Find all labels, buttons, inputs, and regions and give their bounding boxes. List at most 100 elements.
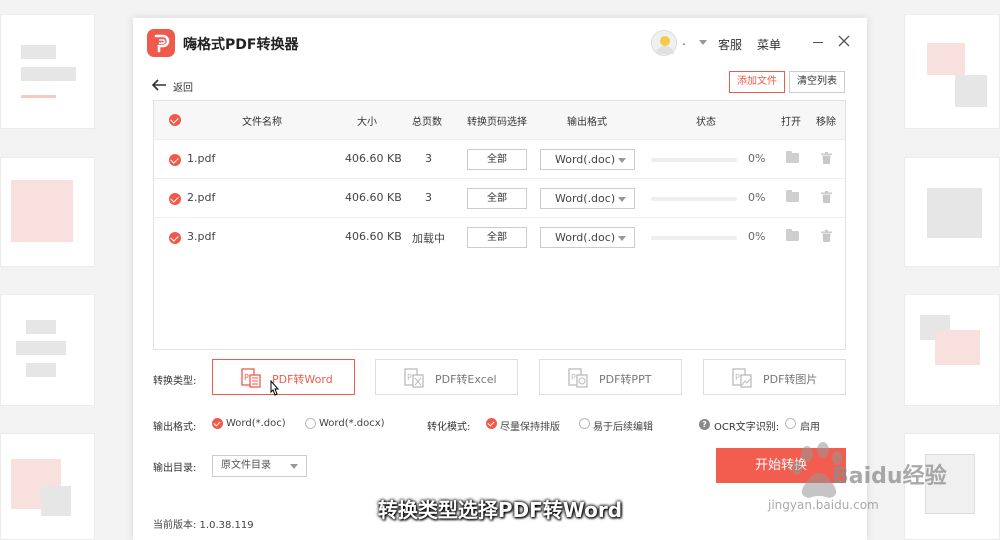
table-row: 2.pdf 406.60 KB 3 全部 Word(.doc) 0% [154,178,845,217]
page-range-button[interactable]: 全部 [467,188,527,209]
row-checkbox[interactable] [169,154,181,166]
bg-panel-left-1 [0,14,95,129]
table-row: 3.pdf 406.60 KB 加载中 全部 Word(.doc) 0% [154,217,845,256]
chevron-down-icon [618,236,626,241]
type-pdf-to-excel-button[interactable]: P PDF转Excel [375,359,518,395]
user-avatar-icon[interactable] [651,30,677,56]
progress-percent: 0% [748,191,766,204]
file-name: 2.pdf [187,191,216,204]
option-easy-edit-label[interactable]: 易于后续编辑 [593,418,653,433]
watermark-text: Baidu经验 [832,464,947,489]
page-range-button[interactable]: 全部 [467,227,527,248]
table-row: 1.pdf 406.60 KB 3 全部 Word(.doc) 0% [154,139,845,178]
output-dir-select[interactable]: 原文件目录 [212,455,307,477]
user-dropdown-icon[interactable] [699,40,707,45]
svg-text:P: P [244,373,249,382]
type-label: PDF转PPT [599,373,652,386]
folder-icon[interactable] [786,190,799,202]
folder-icon[interactable] [786,151,799,163]
progress-percent: 0% [748,152,766,165]
row-checkbox[interactable] [169,193,181,205]
folder-icon[interactable] [786,229,799,241]
app-logo-icon [147,29,175,57]
ocr-label: OCR文字识别: [714,422,780,433]
option-docx-label[interactable]: Word(*.docx) [319,418,385,429]
customer-service-link[interactable]: 客服 [718,36,742,53]
bg-panel-left-4 [0,433,95,540]
svg-text:P: P [571,373,576,382]
radio-keep-layout[interactable] [486,418,497,429]
trash-icon[interactable] [821,230,832,242]
trash-icon[interactable] [821,191,832,203]
option-keep-layout-label[interactable]: 尽量保持排版 [500,418,560,433]
output-format-value: Word(.doc) [555,192,616,205]
file-size: 406.60 KB [345,191,402,204]
file-pages: 3 [425,152,432,165]
file-pages: 加载中 [412,232,445,245]
word-file-icon: P [241,368,261,388]
bg-panel-right-1 [904,14,1000,129]
type-pdf-to-ppt-button[interactable]: P PDF转PPT [539,359,682,395]
excel-file-icon: P [404,368,424,388]
radio-easy-edit[interactable] [579,418,590,429]
output-format-value: Word(.doc) [555,153,616,166]
col-header-page-select: 转换页码选择 [467,117,527,128]
option-ocr-enable-label[interactable]: 启用 [800,418,820,433]
type-pdf-to-image-button[interactable]: P PDF转图片 [703,359,846,395]
select-all-checkbox[interactable] [169,114,181,126]
minimize-icon[interactable] [813,42,823,43]
chevron-down-icon [290,464,298,469]
conversion-mode-label: 转化模式: [427,422,471,433]
output-dir-value: 原文件目录 [221,460,271,471]
close-icon[interactable] [837,34,851,48]
menu-link[interactable]: 菜单 [757,36,781,53]
type-pdf-to-word-button[interactable]: P PDF转Word [212,359,355,396]
type-label: PDF转图片 [763,373,818,386]
mouse-cursor-icon [270,380,280,396]
output-format-value: Word(.doc) [555,231,616,244]
radio-doc[interactable] [212,418,223,429]
trash-icon[interactable] [821,152,832,164]
row-checkbox[interactable] [169,232,181,244]
chevron-down-icon [618,158,626,163]
col-header-size: 大小 [357,117,377,128]
clear-list-button[interactable]: 清空列表 [789,71,845,93]
bg-panel-right-3 [904,294,1000,406]
output-format-select[interactable]: Word(.doc) [540,227,635,248]
add-file-button[interactable]: 添加文件 [729,71,785,93]
file-name: 1.pdf [187,152,216,165]
col-header-status: 状态 [696,117,716,128]
col-header-name: 文件名称 [242,117,282,128]
conversion-type-label: 转换类型: [153,376,197,387]
type-label: PDF转Excel [435,373,497,386]
app-title: 嗨格式PDF转换器 [183,37,299,53]
col-header-open: 打开 [781,117,801,128]
file-size: 406.60 KB [345,152,402,165]
output-dir-label: 输出目录: [153,463,197,474]
output-format-label: 输出格式: [153,422,197,433]
chevron-down-icon [618,197,626,202]
col-header-format: 输出格式 [567,117,607,128]
bg-panel-left-2 [0,157,95,267]
file-name: 3.pdf [187,230,216,243]
progress-bar [651,158,737,162]
help-icon[interactable]: ? [699,419,710,430]
output-format-select[interactable]: Word(.doc) [540,149,635,170]
radio-ocr-enable[interactable] [785,418,796,429]
col-header-pages: 总页数 [412,117,442,128]
radio-docx[interactable] [305,418,316,429]
option-doc-label[interactable]: Word(*.doc) [226,418,286,429]
image-file-icon: P [732,368,752,388]
output-format-select[interactable]: Word(.doc) [540,188,635,209]
file-table: 文件名称 大小 总页数 转换页码选择 输出格式 状态 打开 移除 1.pdf 4… [153,100,846,350]
table-header: 文件名称 大小 总页数 转换页码选择 输出格式 状态 打开 移除 [154,101,845,139]
svg-text:P: P [407,373,412,382]
title-bar: 嗨格式PDF转换器 . 客服 菜单 [133,18,867,68]
bg-panel-right-2 [904,157,1000,267]
col-header-remove: 移除 [816,117,836,128]
user-name[interactable]: . [682,34,686,48]
ppt-file-icon: P [568,368,588,388]
bg-panel-left-3 [0,294,95,406]
page-range-button[interactable]: 全部 [467,149,527,170]
progress-bar [651,197,737,201]
